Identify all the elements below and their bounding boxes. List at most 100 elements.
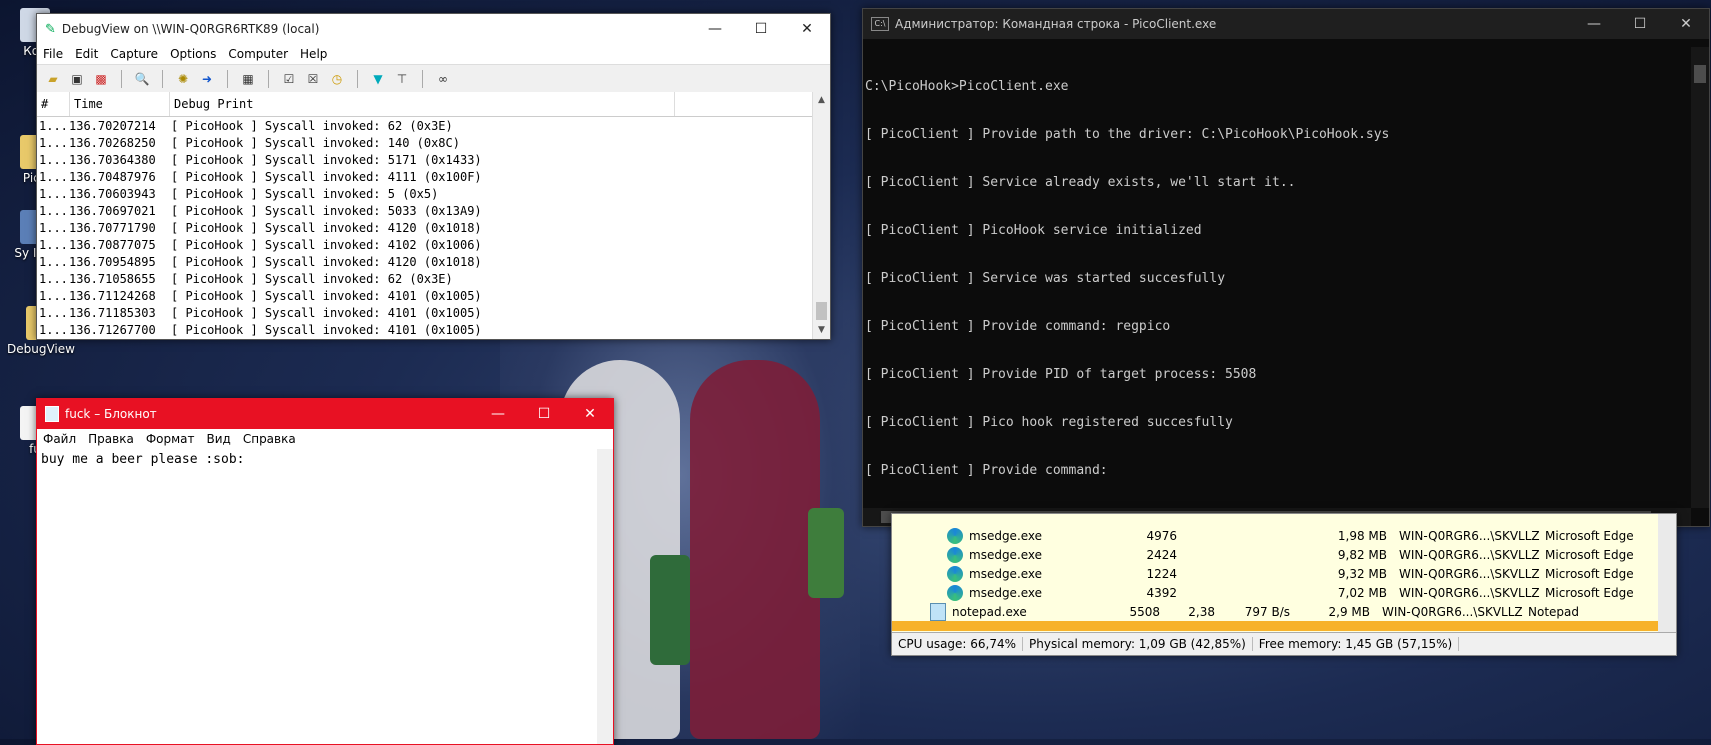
maximize-button[interactable]: ☐	[738, 14, 784, 44]
close-button[interactable]: ✕	[784, 14, 830, 44]
row-message: [ PicoHook ] Syscall invoked: 140 (0x8C)	[171, 135, 460, 150]
row-message: [ PicoHook ] Syscall invoked: 5 (0x5)	[171, 186, 439, 201]
table-row[interactable]: 1... 136.71185303 [ PicoHook ] Syscall inv…	[37, 304, 813, 321]
table-row[interactable]: 1... 136.70268250 [ PicoHook ] Syscall inv…	[37, 134, 813, 151]
menu-edit[interactable]: Edit	[69, 47, 104, 61]
row-num: 1...	[39, 322, 68, 337]
process-row[interactable]: msedge.exe 4392 7,02 MB WIN-Q0RGR6...\SK…	[892, 583, 1658, 602]
menu-help[interactable]: Справка	[237, 432, 302, 446]
row-time: 136.70877075	[69, 237, 156, 252]
status-free-memory: Free memory: 1,45 GB (57,15%)	[1253, 637, 1460, 651]
vertical-scrollbar[interactable]	[597, 449, 613, 744]
toolbar-separator	[162, 69, 163, 88]
menu-edit[interactable]: Правка	[82, 432, 140, 446]
process-memory: 9,32 MB	[1337, 566, 1387, 581]
cmd-titlebar[interactable]: C:\ Администратор: Командная строка - Pi…	[863, 9, 1709, 39]
scroll-down-icon[interactable]: ▼	[813, 322, 830, 339]
cmd-line: [ PicoClient ] Provide command:	[865, 463, 1108, 478]
column-header-debug-print[interactable]: Debug Print	[170, 92, 675, 116]
table-row[interactable]: 1... 136.70954895 [ PicoHook ] Syscall inv…	[37, 253, 813, 270]
wallpaper-can	[650, 555, 690, 665]
menu-file[interactable]: File	[37, 47, 69, 61]
process-name: notepad.exe	[952, 604, 1027, 619]
notepad-titlebar[interactable]: fuck – Блокнот — ☐ ✕	[37, 399, 613, 429]
process-row[interactable]: msedge.exe 1224 9,32 MB WIN-Q0RGR6...\SK…	[892, 564, 1658, 583]
process-name: msedge.exe	[969, 528, 1043, 543]
table-row[interactable]: 1... 136.71124268 [ PicoHook ] Syscall inv…	[37, 287, 813, 304]
cmd-line: [ PicoClient ] Service already exists, w…	[865, 175, 1296, 190]
funnel-icon[interactable]: ▼	[369, 70, 387, 88]
process-row[interactable]: notepad.exe 5508 2,38 797 B/s 2,9 MB WIN…	[892, 602, 1658, 621]
scroll-thumb[interactable]	[1694, 65, 1706, 83]
minimize-button[interactable]: —	[692, 14, 738, 44]
vertical-scrollbar[interactable]: ▲ ▼	[812, 92, 830, 339]
autoscroll-icon[interactable]: ➜	[198, 70, 216, 88]
row-message: [ PicoHook ] Syscall invoked: 4101 (0x10…	[171, 288, 482, 303]
notepad-window[interactable]: fuck – Блокнот — ☐ ✕ Файл Правка Формат …	[36, 398, 614, 745]
maximize-button[interactable]: ☐	[1617, 9, 1663, 39]
filter-icon[interactable]: ☑	[280, 70, 298, 88]
debugview-window[interactable]: ✎ DebugView on \\WIN-Q0RGR6RTK89 (local)…	[36, 13, 831, 340]
menu-bar: File Edit Capture Options Computer Help	[37, 44, 830, 64]
process-name: msedge.exe	[969, 547, 1043, 562]
close-button[interactable]: ✕	[1663, 9, 1709, 39]
menu-help[interactable]: Help	[294, 47, 333, 61]
open-icon[interactable]: ▰	[44, 70, 62, 88]
binoculars-icon[interactable]: ∞	[434, 70, 452, 88]
menu-capture[interactable]: Capture	[104, 47, 164, 61]
table-row[interactable]: 1... 136.71058655 [ PicoHook ] Syscall inv…	[37, 270, 813, 287]
vertical-scrollbar[interactable]	[1691, 47, 1709, 508]
capture-kernel-icon[interactable]: ▦	[239, 70, 257, 88]
row-message: [ PicoHook ] Syscall invoked: 4111 (0x10…	[171, 169, 482, 184]
process-list-window[interactable]: msedge.exe 4976 1,98 MB WIN-Q0RGR6...\SK…	[891, 513, 1677, 656]
minimize-button[interactable]: —	[475, 399, 521, 429]
table-row[interactable]: 1... 136.70207214 [ PicoHook ] Syscall inv…	[37, 117, 813, 134]
menu-options[interactable]: Options	[164, 47, 222, 61]
vertical-scrollbar[interactable]	[1658, 514, 1676, 633]
notepad-text-area[interactable]: buy me a beer please :sob:	[37, 449, 597, 744]
save-icon[interactable]: ▣	[68, 70, 86, 88]
row-message: [ PicoHook ] Syscall invoked: 62 (0x3E)	[171, 271, 453, 286]
table-row[interactable]: 1... 136.71267700 [ PicoHook ] Syscall inv…	[37, 321, 813, 338]
scroll-thumb[interactable]	[816, 302, 827, 320]
close-button[interactable]: ✕	[567, 399, 613, 429]
minimize-button[interactable]: —	[1571, 9, 1617, 39]
row-num: 1...	[39, 305, 68, 320]
column-header-num[interactable]: #	[37, 92, 70, 116]
process-user: WIN-Q0RGR6...\SKVLLZ	[1399, 585, 1540, 600]
table-row[interactable]: 1... 136.70487976 [ PicoHook ] Syscall inv…	[37, 168, 813, 185]
process-memory: 1,98 MB	[1337, 528, 1387, 543]
highlight-icon[interactable]: ☒	[304, 70, 322, 88]
clear-icon[interactable]: ▩	[92, 70, 110, 88]
row-num: 1...	[39, 220, 68, 235]
process-row[interactable]: msedge.exe 2424 9,82 MB WIN-Q0RGR6...\SK…	[892, 545, 1658, 564]
debugview-titlebar[interactable]: ✎ DebugView on \\WIN-Q0RGR6RTK89 (local)…	[37, 14, 830, 44]
clock-icon[interactable]: ◷	[328, 70, 346, 88]
process-user: WIN-Q0RGR6...\SKVLLZ	[1382, 604, 1523, 619]
column-header-time[interactable]: Time	[70, 92, 170, 116]
table-row[interactable]: 1... 136.70364380 [ PicoHook ] Syscall inv…	[37, 151, 813, 168]
menu-view[interactable]: Вид	[201, 432, 237, 446]
capture-icon[interactable]: ✺	[174, 70, 192, 88]
find-icon[interactable]: 🔍	[133, 70, 151, 88]
process-row-selected[interactable]	[892, 621, 1658, 631]
cmd-output[interactable]: C:\PicoHook>PicoClient.exe [ PicoClient …	[863, 47, 1691, 508]
table-row[interactable]: 1... 136.70697021 [ PicoHook ] Syscall inv…	[37, 202, 813, 219]
menu-format[interactable]: Формат	[140, 432, 201, 446]
row-time: 136.71124268	[69, 288, 156, 303]
notepad-icon	[45, 406, 59, 422]
process-pid: 4392	[1146, 585, 1177, 600]
debug-output-table[interactable]: # Time Debug Print 1... 136.70207214[ Pic…	[37, 92, 813, 339]
cmd-window[interactable]: C:\ Администратор: Командная строка - Pi…	[862, 8, 1710, 527]
pin-icon[interactable]: ⊤	[393, 70, 411, 88]
process-row[interactable]: msedge.exe 4976 1,98 MB WIN-Q0RGR6...\SK…	[892, 526, 1658, 545]
menu-file[interactable]: Файл	[37, 432, 82, 446]
table-row[interactable]: 1... 136.70603943 [ PicoHook ] Syscall inv…	[37, 185, 813, 202]
table-row[interactable]: 1... 136.70877075 [ PicoHook ] Syscall inv…	[37, 236, 813, 253]
menu-computer[interactable]: Computer	[222, 47, 294, 61]
process-user: WIN-Q0RGR6...\SKVLLZ	[1399, 528, 1540, 543]
process-user: WIN-Q0RGR6...\SKVLLZ	[1399, 566, 1540, 581]
maximize-button[interactable]: ☐	[521, 399, 567, 429]
table-row[interactable]: 1... 136.70771790 [ PicoHook ] Syscall inv…	[37, 219, 813, 236]
scroll-up-icon[interactable]: ▲	[813, 92, 830, 109]
